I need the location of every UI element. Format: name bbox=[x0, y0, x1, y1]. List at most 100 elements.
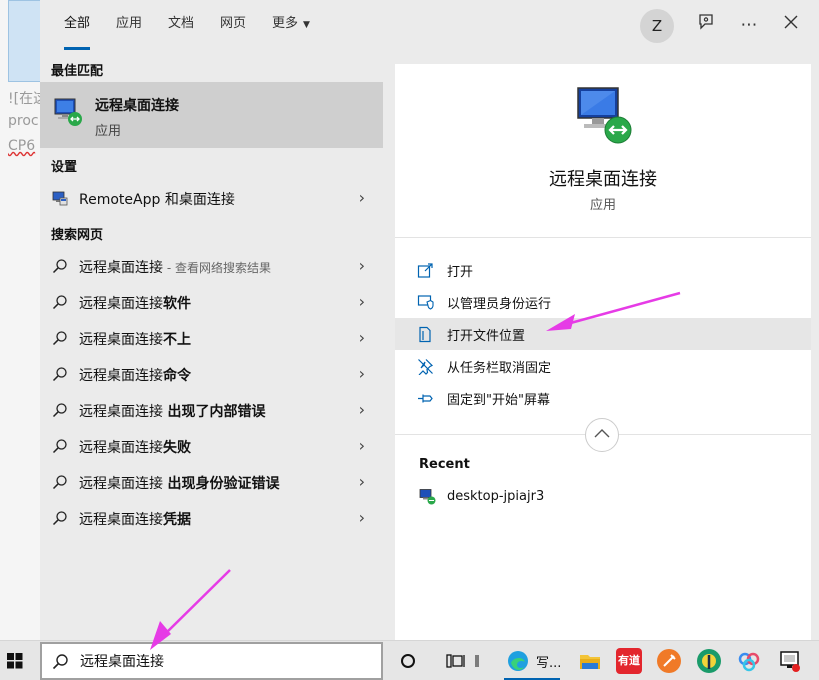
app-hero: 远程桌面连接 应用 bbox=[395, 64, 811, 238]
task-view-icon[interactable] bbox=[441, 647, 469, 675]
search-icon bbox=[52, 330, 68, 346]
chevron-right-icon[interactable]: › bbox=[359, 508, 365, 527]
recent-item-label: desktop-jpiajr3 bbox=[447, 489, 545, 504]
edge-taskbar-button[interactable]: 写... bbox=[504, 647, 562, 680]
action-label: 从任务栏取消固定 bbox=[447, 361, 552, 376]
tab-documents[interactable]: 文档 bbox=[156, 0, 206, 52]
edge-icon bbox=[508, 651, 528, 671]
tab-apps[interactable]: 应用 bbox=[104, 0, 154, 52]
search-tab-bar: 全部 应用 文档 网页 更多 ▼ Z ⋯ bbox=[40, 0, 819, 52]
web-search-item[interactable]: 远程桌面连接不上 › bbox=[40, 320, 383, 356]
web-search-item[interactable]: 远程桌面连接软件 › bbox=[40, 284, 383, 320]
web-search-item[interactable]: 远程桌面连接失败 › bbox=[40, 428, 383, 464]
web-search-item[interactable]: 远程桌面连接 - 查看网络搜索结果 › bbox=[40, 248, 383, 284]
web-search-label: 远程桌面连接 出现身份验证错误 bbox=[79, 473, 279, 493]
tab-label: 全部 bbox=[64, 16, 91, 31]
tab-more[interactable]: 更多 ▼ bbox=[260, 0, 322, 52]
query-prefix: 远程桌面连接 bbox=[79, 440, 163, 456]
query-suggestion: 凭据 bbox=[163, 512, 191, 528]
chevron-right-icon[interactable]: › bbox=[359, 256, 365, 275]
remote-desktop-icon bbox=[419, 488, 436, 505]
query-prefix: 远程桌面连接 bbox=[79, 368, 163, 384]
web-search-item[interactable]: 远程桌面连接凭据 › bbox=[40, 500, 383, 536]
background-text-line: proc bbox=[8, 113, 39, 129]
feedback-icon[interactable] bbox=[693, 12, 719, 38]
taskbar: 写... 有道 bbox=[0, 640, 819, 680]
search-icon bbox=[52, 258, 68, 274]
taskbar-search-box[interactable] bbox=[40, 642, 383, 680]
chevron-right-icon[interactable]: › bbox=[359, 188, 365, 207]
tab-label: 应用 bbox=[116, 16, 143, 31]
pin-start-icon bbox=[417, 390, 434, 407]
taskbar-separator bbox=[474, 647, 480, 675]
query-prefix: 远程桌面连接 bbox=[79, 512, 163, 528]
action-open-file-location[interactable]: 打开文件位置 bbox=[395, 318, 811, 350]
chevron-right-icon[interactable]: › bbox=[359, 292, 365, 311]
remote-assistant-icon[interactable] bbox=[776, 647, 804, 675]
background-text-line: CP6 bbox=[8, 138, 36, 154]
cortana-icon[interactable] bbox=[394, 647, 422, 675]
query-subtext: - 查看网络搜索结果 bbox=[163, 261, 271, 275]
collapse-button[interactable] bbox=[585, 418, 619, 452]
remoteapp-icon bbox=[52, 190, 68, 206]
file-explorer-icon[interactable] bbox=[576, 647, 604, 675]
query-prefix: 远程桌面连接 bbox=[79, 332, 163, 348]
best-match-type: 应用 bbox=[95, 124, 122, 139]
close-icon[interactable] bbox=[778, 12, 804, 38]
recent-item[interactable]: desktop-jpiajr3 bbox=[395, 484, 811, 512]
action-label: 打开 bbox=[447, 265, 474, 280]
action-unpin-taskbar[interactable]: 从任务栏取消固定 bbox=[395, 350, 811, 382]
avatar[interactable]: Z bbox=[640, 9, 674, 43]
run-as-admin-icon bbox=[417, 294, 434, 311]
query-prefix: 远程桌面连接 bbox=[79, 476, 168, 492]
action-label: 打开文件位置 bbox=[447, 329, 526, 344]
tab-web[interactable]: 网页 bbox=[208, 0, 258, 52]
edge-window-label: 写... bbox=[536, 656, 562, 671]
web-search-label: 远程桌面连接命令 bbox=[79, 365, 191, 385]
results-list: 最佳匹配 远程桌面连接 应用 设置 RemoteApp 和桌面连接 › 搜索网页… bbox=[40, 52, 383, 640]
green-app-icon[interactable] bbox=[695, 647, 723, 675]
youdao-icon[interactable]: 有道 bbox=[615, 647, 643, 675]
action-label: 以管理员身份运行 bbox=[447, 297, 552, 312]
web-search-item[interactable]: 远程桌面连接命令 › bbox=[40, 356, 383, 392]
windows-start-icon bbox=[7, 653, 23, 669]
recent-header: Recent bbox=[419, 457, 470, 472]
best-match-item[interactable]: 远程桌面连接 应用 bbox=[40, 82, 383, 148]
web-search-item[interactable]: 远程桌面连接 出现了内部错误 › bbox=[40, 392, 383, 428]
query-suggestion: 命令 bbox=[163, 368, 191, 384]
chevron-right-icon[interactable]: › bbox=[359, 436, 365, 455]
search-input[interactable] bbox=[80, 653, 360, 669]
section-header-settings: 设置 bbox=[51, 160, 78, 175]
windows-start-button[interactable] bbox=[0, 641, 40, 680]
app-type: 应用 bbox=[589, 198, 616, 213]
chevron-right-icon[interactable]: › bbox=[359, 328, 365, 347]
tab-all[interactable]: 全部 bbox=[52, 0, 102, 52]
action-open[interactable]: 打开 bbox=[395, 254, 811, 286]
web-search-item[interactable]: 远程桌面连接 出现身份验证错误 › bbox=[40, 464, 383, 500]
file-location-icon bbox=[417, 326, 434, 343]
chevron-right-icon[interactable]: › bbox=[359, 472, 365, 491]
orange-app-icon[interactable] bbox=[655, 647, 683, 675]
more-icon[interactable]: ⋯ bbox=[736, 12, 762, 38]
query-prefix: 远程桌面连接 bbox=[79, 296, 163, 312]
search-icon bbox=[52, 474, 68, 490]
action-label: 固定到"开始"屏幕 bbox=[447, 393, 550, 408]
best-match-name: 远程桌面连接 bbox=[95, 98, 179, 114]
open-icon bbox=[417, 262, 434, 279]
chevron-down-icon: ▼ bbox=[303, 20, 310, 30]
settings-item-label: RemoteApp 和桌面连接 bbox=[79, 192, 235, 208]
web-search-label: 远程桌面连接 - 查看网络搜索结果 bbox=[79, 257, 271, 277]
remote-desktop-icon bbox=[52, 96, 84, 128]
web-search-label: 远程桌面连接失败 bbox=[79, 437, 191, 457]
chevron-right-icon[interactable]: › bbox=[359, 400, 365, 419]
section-header-web: 搜索网页 bbox=[51, 228, 104, 243]
settings-item-remoteapp[interactable]: RemoteApp 和桌面连接 › bbox=[40, 180, 383, 216]
baidu-netdisk-icon[interactable] bbox=[735, 647, 763, 675]
chevron-right-icon[interactable]: › bbox=[359, 364, 365, 383]
app-title: 远程桌面连接 bbox=[549, 169, 657, 190]
query-suggestion: 出现了内部错误 bbox=[167, 404, 266, 420]
remote-desktop-icon bbox=[572, 84, 634, 146]
action-pin-start[interactable]: 固定到"开始"屏幕 bbox=[395, 382, 811, 414]
web-search-label: 远程桌面连接凭据 bbox=[79, 509, 191, 529]
action-run-as-admin[interactable]: 以管理员身份运行 bbox=[395, 286, 811, 318]
